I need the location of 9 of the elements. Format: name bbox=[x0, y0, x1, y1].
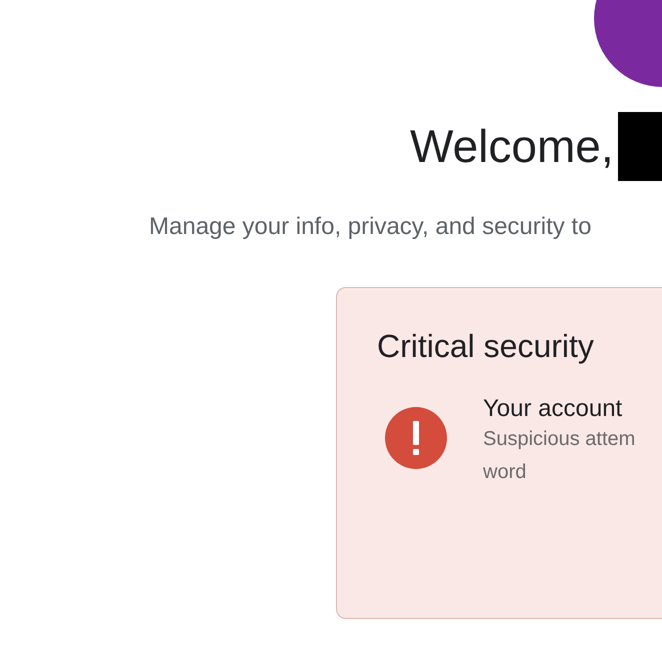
alert-description: Suspicious attem bbox=[483, 427, 636, 452]
alert-card[interactable]: Critical security Your account Suspicious attem word bbox=[336, 287, 662, 619]
card-title: Critical security bbox=[377, 328, 595, 365]
alert-icon bbox=[385, 407, 447, 469]
subtitle-text: Manage your info, privacy, and security to bbox=[149, 213, 592, 241]
alert-description: word bbox=[483, 460, 528, 485]
redaction-box bbox=[618, 112, 662, 181]
welcome-heading: Welcome, bbox=[410, 119, 614, 174]
alert-title: Your account bbox=[483, 395, 624, 423]
